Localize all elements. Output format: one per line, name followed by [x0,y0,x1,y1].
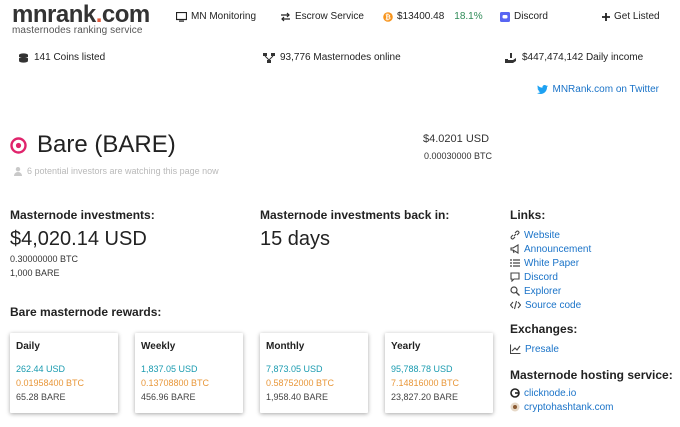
links-heading: Links: [510,208,546,222]
link-discord-label: Discord [524,271,558,283]
back-in-heading: Masternode investments back in: [260,208,450,222]
coin-header: Bare (BARE) [10,130,176,160]
nav-get-listed-label: Get Listed [614,11,660,22]
nav-btc-price[interactable]: ₿ $13400.48 18.1% [383,11,483,22]
discord-icon [500,11,510,22]
megaphone-icon [510,244,519,254]
reward-period: Weekly [141,341,176,352]
reward-btc: 0.01958400 BTC [16,378,85,388]
svg-text:₿: ₿ [385,13,391,21]
link-explorer-label: Explorer [524,285,562,297]
link-announcement-label: Announcement [524,243,592,255]
chart-line-icon [510,344,521,354]
plus-icon [602,12,610,21]
stat-coins-text: 141 Coins listed [34,52,106,63]
btc-change-value: 18.1% [454,11,483,22]
hosting-heading: Masternode hosting service: [510,368,673,382]
clicknode-logo-icon [510,388,520,398]
reward-btc: 0.13708800 BTC [141,378,210,388]
reward-usd: 7,873.05 USD [266,364,323,374]
network-icon [263,52,275,63]
cryptohashtank-logo-icon [510,402,520,412]
chain-link-icon [510,230,520,240]
stat-daily-income: $447,474,142 Daily income [505,52,643,63]
link-source-code[interactable]: Source code [510,298,673,312]
search-icon [510,286,520,296]
investment-coins: 1,000 BARE [10,268,60,278]
reward-card-yearly: Yearly 95,788.78 USD 7.14816000 BTC 23,8… [385,333,493,413]
investment-heading: Masternode investments: [10,208,155,222]
reward-card-daily: Daily 262.44 USD 0.01958400 BTC 65.28 BA… [10,333,118,413]
link-announcement[interactable]: Announcement [510,242,673,256]
reward-card-monthly: Monthly 7,873.05 USD 0.58752000 BTC 1,95… [260,333,368,413]
nav-discord[interactable]: Discord [500,11,548,22]
site-logo[interactable]: mnrank.com masternodes ranking service [12,2,150,37]
exchange-arrows-icon [281,12,290,21]
reward-coin: 1,958.40 BARE [266,392,329,402]
nav-discord-label: Discord [514,11,548,22]
monitor-icon [176,11,187,22]
reward-coin: 65.28 BARE [16,392,66,402]
chat-icon [510,272,520,282]
reward-usd: 1,837.05 USD [141,364,198,374]
reward-card-weekly: Weekly 1,837.05 USD 0.13708800 BTC 456.9… [135,333,243,413]
investment-usd: $4,020.14 USD [10,228,147,250]
link-website[interactable]: Website [510,228,673,242]
coins-stack-icon [19,52,28,63]
hosting-cryptohashtank[interactable]: cryptohashtank.com [510,400,673,414]
btc-price-value: $13400.48 [397,11,445,22]
bitcoin-icon: ₿ [383,11,393,22]
nav-escrow-service[interactable]: Escrow Service [280,11,364,22]
hosting-cryptohashtank-label: cryptohashtank.com [524,401,614,413]
reward-usd: 95,788.78 USD [391,364,453,374]
watchers-note: 6 potential investors are watching this … [14,166,219,176]
link-discord[interactable]: Discord [510,270,673,284]
reward-period: Daily [16,341,40,352]
nav-get-listed[interactable]: Get Listed [602,11,660,22]
stat-masternodes-online: 93,776 Masternodes online [263,52,401,63]
hosting-clicknode-label: clicknode.io [524,387,577,399]
coin-price-usd: $4.0201 USD [423,133,490,145]
twitter-link[interactable]: MNRank.com on Twitter [537,84,659,95]
reward-coin: 456.96 BARE [141,392,196,402]
nav-mn-monitoring-label: MN Monitoring [191,11,257,22]
nav-escrow-label: Escrow Service [295,11,364,22]
reward-period: Yearly [391,341,421,352]
link-white-paper[interactable]: White Paper [510,256,673,270]
exchanges-heading: Exchanges: [510,322,578,336]
reward-period: Monthly [266,341,305,352]
exchange-presale-label: Presale [525,343,559,355]
bare-coin-icon [10,136,27,154]
list-icon [510,259,520,267]
links-panel: Links: Website Announcement White Paper … [510,208,673,414]
link-source-code-label: Source code [525,299,582,311]
watchers-text: 6 potential investors are watching this … [27,166,219,176]
link-white-paper-label: White Paper [524,257,580,269]
link-website-label: Website [524,229,560,241]
stat-masternodes-text: 93,776 Masternodes online [280,52,401,63]
exchange-presale[interactable]: Presale [510,342,673,356]
hosting-clicknode[interactable]: clicknode.io [510,386,673,400]
code-icon [510,300,521,310]
money-hand-icon [505,52,516,63]
reward-usd: 262.44 USD [16,364,66,374]
investment-btc: 0.30000000 BTC [10,254,79,264]
coin-name: Bare (BARE) [37,131,176,158]
user-icon [14,166,22,176]
reward-btc: 0.58752000 BTC [266,378,335,388]
twitter-link-label: MNRank.com on Twitter [552,84,659,95]
stat-coins-listed: 141 Coins listed [18,52,105,63]
stat-income-text: $447,474,142 Daily income [522,52,644,63]
nav-mn-monitoring[interactable]: MN Monitoring [176,11,256,22]
back-in-value: 15 days [260,228,331,250]
reward-coin: 23,827.20 BARE [391,392,459,402]
link-explorer[interactable]: Explorer [510,284,673,298]
rewards-heading: Bare masternode rewards: [10,305,162,319]
reward-btc: 7.14816000 BTC [391,378,460,388]
twitter-icon [537,85,549,94]
logo-subtitle: masternodes ranking service [12,25,143,36]
coin-price-btc: 0.00030000 BTC [424,151,493,161]
